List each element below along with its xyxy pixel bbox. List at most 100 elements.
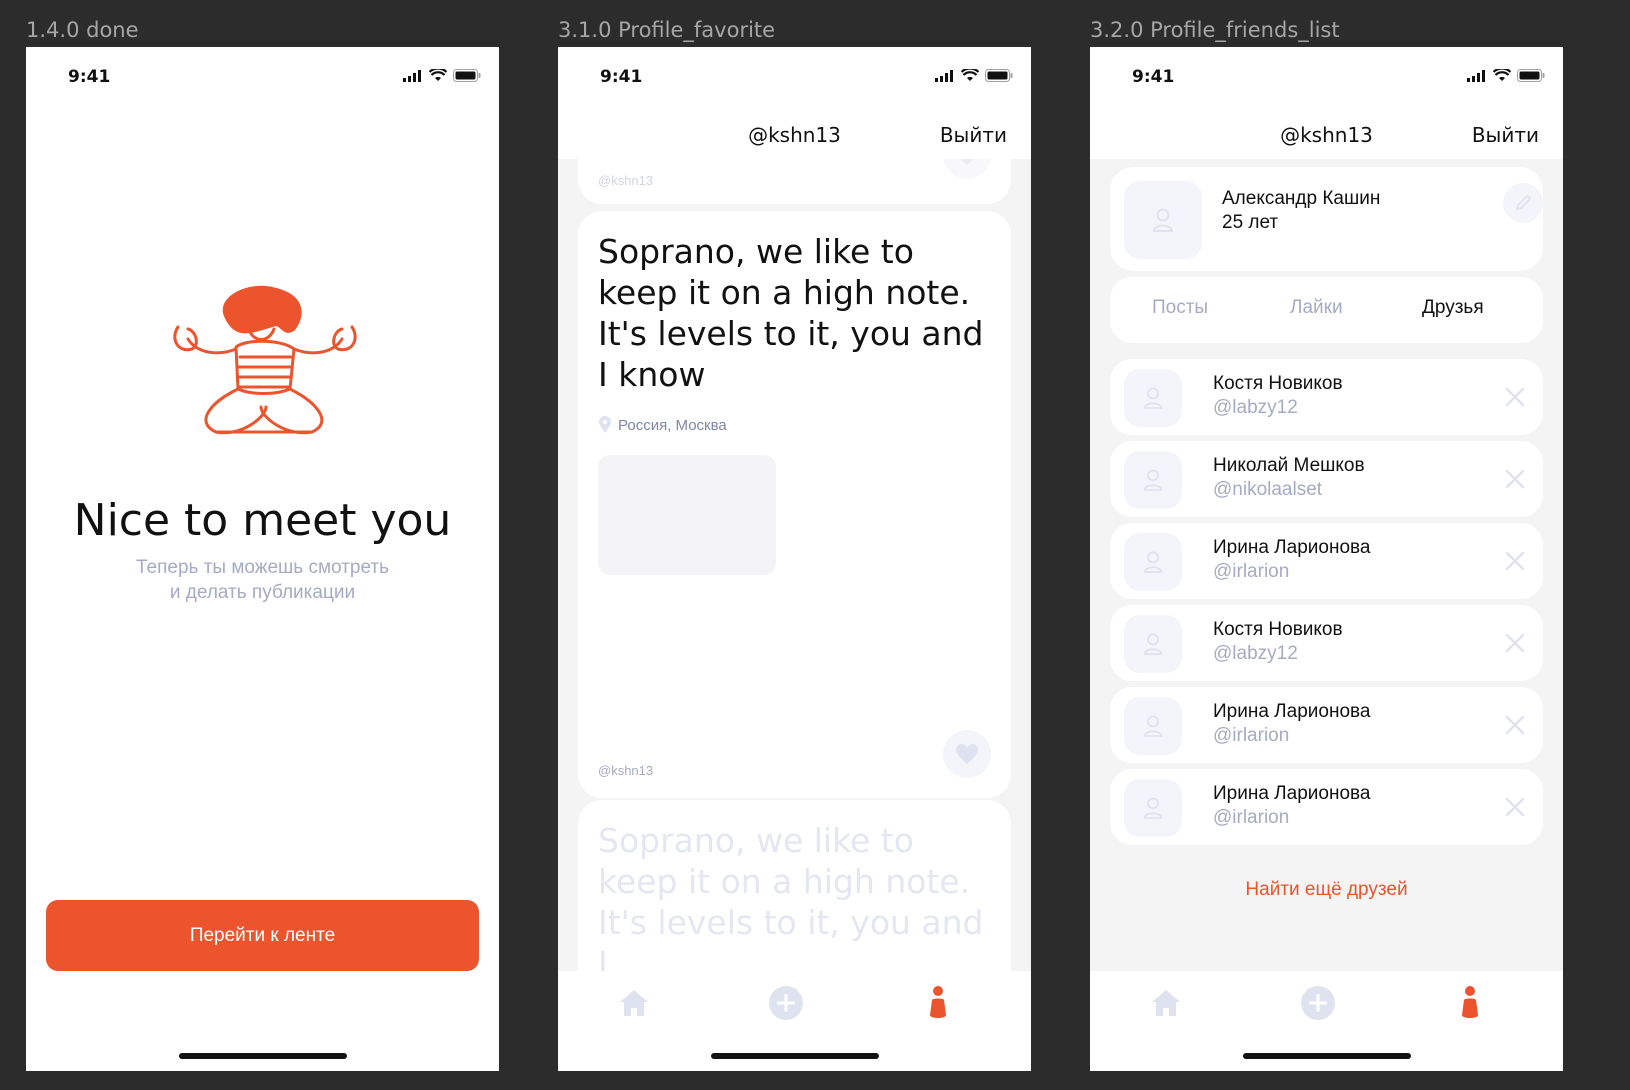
friend-avatar xyxy=(1124,615,1182,673)
friend-handle: @irlarion xyxy=(1213,561,1290,582)
welcome-subtitle: Теперь ты можешь смотреть и делать публи… xyxy=(86,555,439,605)
app-header: @kshn13 Выйти xyxy=(558,107,1031,159)
feed-list[interactable]: @kshn13 Soprano, we like to keep it on a… xyxy=(558,159,1031,971)
tab-friends[interactable]: Друзья xyxy=(1422,297,1484,319)
avatar-placeholder-icon xyxy=(1143,551,1163,573)
phone-screen-done: 9:41 Nice to meet you Теперь ты можешь с… xyxy=(26,47,499,1071)
close-icon xyxy=(1505,469,1525,489)
remove-friend-button[interactable] xyxy=(1503,467,1527,491)
friend-name: Костя Новиков xyxy=(1213,373,1343,394)
plus-circle-icon xyxy=(1301,986,1335,1020)
status-time: 9:41 xyxy=(600,67,643,87)
heart-icon xyxy=(960,159,974,165)
post-card-previous: @kshn13 xyxy=(578,159,1011,204)
avatar-placeholder-icon xyxy=(1143,715,1163,737)
friend-name: Ирина Ларионова xyxy=(1213,783,1371,804)
avatar xyxy=(1124,181,1202,259)
logout-button[interactable]: Выйти xyxy=(940,123,1007,147)
friend-avatar xyxy=(1124,369,1182,427)
welcome-subtitle-line-1: Теперь ты можешь смотреть xyxy=(136,557,389,578)
friend-handle: @labzy12 xyxy=(1213,643,1298,664)
remove-friend-button[interactable] xyxy=(1503,631,1527,655)
heart-icon xyxy=(956,744,978,764)
friend-avatar xyxy=(1124,533,1182,591)
avatar-placeholder-icon xyxy=(1152,208,1174,232)
post-text: Soprano, we like to keep it on a high no… xyxy=(598,232,984,394)
friend-card[interactable]: Николай Мешков @nikolaalset xyxy=(1110,441,1543,517)
remove-friend-button[interactable] xyxy=(1503,795,1527,819)
status-time: 9:41 xyxy=(68,67,111,87)
avatar-placeholder-icon xyxy=(1143,797,1163,819)
post-image[interactable] xyxy=(598,455,776,575)
tab-likes[interactable]: Лайки xyxy=(1290,297,1343,319)
welcome-subtitle-line-2: и делать публикации xyxy=(169,582,356,603)
nav-profile[interactable] xyxy=(1450,983,1490,1023)
like-button[interactable] xyxy=(943,159,991,179)
signal-icon xyxy=(1467,69,1485,82)
friend-card[interactable]: Ирина Ларионова @irlarion xyxy=(1110,523,1543,599)
profile-name-block: Александр Кашин 25 лет xyxy=(1222,187,1380,235)
post-location: Россия, Москва xyxy=(598,416,727,434)
nav-home[interactable] xyxy=(614,983,654,1023)
close-icon xyxy=(1505,387,1525,407)
friend-card[interactable]: Ирина Ларионова @irlarion xyxy=(1110,769,1543,845)
profile-tabs: Посты Лайки Друзья xyxy=(1110,277,1543,343)
close-icon xyxy=(1505,633,1525,653)
home-indicator xyxy=(710,1053,879,1059)
friend-avatar xyxy=(1124,697,1182,755)
wifi-icon xyxy=(961,69,979,81)
status-time: 9:41 xyxy=(1132,67,1175,87)
remove-friend-button[interactable] xyxy=(1503,385,1527,409)
phone-screen-friends-list: 9:41 @kshn13 Выйти Александр Кашин 25 ле… xyxy=(1090,47,1563,1071)
battery-icon xyxy=(453,69,481,82)
edit-profile-button[interactable] xyxy=(1503,183,1543,223)
avatar-placeholder-icon xyxy=(1143,387,1163,409)
frame-title-profile-favorite: 3.1.0 Profile_favorite xyxy=(558,18,776,42)
home-indicator xyxy=(178,1053,347,1059)
home-indicator xyxy=(1242,1053,1411,1059)
status-bar: 9:41 xyxy=(1090,47,1563,107)
location-pin-icon xyxy=(599,416,611,433)
home-icon xyxy=(620,990,648,1016)
plus-circle-icon xyxy=(769,986,803,1020)
nav-home[interactable] xyxy=(1146,983,1186,1023)
close-icon xyxy=(1505,797,1525,817)
post-author: @kshn13 xyxy=(598,763,654,778)
logout-button[interactable]: Выйти xyxy=(1472,123,1539,147)
friend-name: Николай Мешков xyxy=(1213,455,1365,476)
nav-create-post[interactable] xyxy=(766,983,806,1023)
friend-name: Костя Новиков xyxy=(1213,619,1343,640)
friend-card[interactable]: Костя Новиков @labzy12 xyxy=(1110,359,1543,435)
profile-icon xyxy=(930,986,946,1018)
remove-friend-button[interactable] xyxy=(1503,549,1527,573)
nav-create-post[interactable] xyxy=(1298,983,1338,1023)
post-card-next[interactable]: Soprano, we like to keep it on a high no… xyxy=(578,800,1011,971)
friend-card[interactable]: Ирина Ларионова @irlarion xyxy=(1110,687,1543,763)
profile-name: Александр Кашин xyxy=(1222,188,1381,209)
friend-card[interactable]: Костя Новиков @labzy12 xyxy=(1110,605,1543,681)
profile-age: 25 лет xyxy=(1222,212,1279,233)
avatar-placeholder-icon xyxy=(1143,633,1163,655)
tab-posts[interactable]: Посты xyxy=(1152,297,1208,319)
wifi-icon xyxy=(1493,69,1511,81)
home-icon xyxy=(1152,990,1180,1016)
go-to-feed-button[interactable]: Перейти к ленте xyxy=(46,900,479,971)
phone-screen-profile-favorite: 9:41 @kshn13 Выйти @kshn13 Soprano, we l… xyxy=(558,47,1031,1071)
find-more-friends-link[interactable]: Найти ещё друзей xyxy=(1090,879,1563,901)
close-icon xyxy=(1505,715,1525,735)
friend-avatar xyxy=(1124,451,1182,509)
post-card[interactable]: Soprano, we like to keep it on a high no… xyxy=(578,211,1011,798)
friend-handle: @irlarion xyxy=(1213,725,1290,746)
post-text-faded: Soprano, we like to keep it on a high no… xyxy=(598,821,984,971)
signal-icon xyxy=(935,69,953,82)
welcome-title: Nice to meet you xyxy=(73,495,452,546)
remove-friend-button[interactable] xyxy=(1503,713,1527,737)
app-header: @kshn13 Выйти xyxy=(1090,107,1563,159)
wifi-icon xyxy=(429,69,447,81)
nav-profile[interactable] xyxy=(918,983,958,1023)
friend-handle: @labzy12 xyxy=(1213,397,1298,418)
post-author: @kshn13 xyxy=(598,173,654,188)
like-button[interactable] xyxy=(943,730,991,778)
status-icons xyxy=(1467,69,1545,82)
frame-title-friends-list: 3.2.0 Profile_friends_list xyxy=(1090,18,1340,42)
